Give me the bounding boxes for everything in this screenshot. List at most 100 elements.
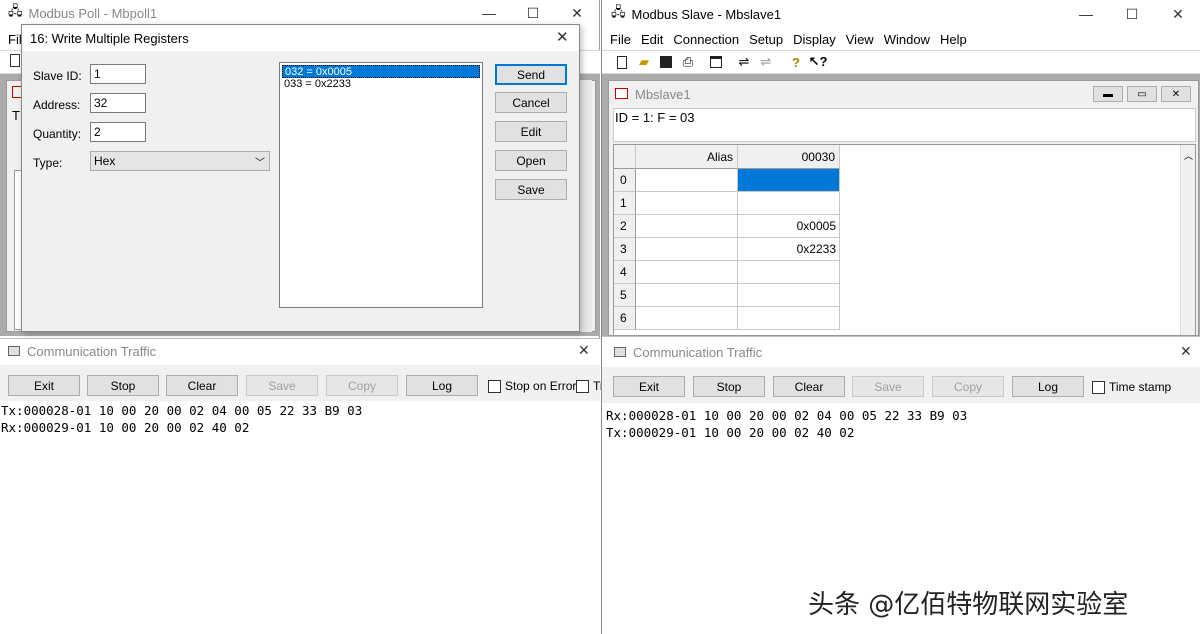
left-copy-button[interactable]: Copy bbox=[326, 375, 398, 396]
stop-on-error-label: Stop on Error bbox=[505, 379, 577, 393]
grid-value-cell[interactable]: 0x0005 bbox=[738, 215, 840, 238]
menu-view[interactable]: View bbox=[846, 32, 874, 47]
child-maximize-button[interactable]: ▭ bbox=[1127, 86, 1157, 102]
grid-alias-cell[interactable] bbox=[636, 215, 738, 238]
grid-vertical-scrollbar[interactable]: ︿ bbox=[1180, 145, 1195, 335]
edit-button[interactable]: Edit bbox=[495, 121, 567, 142]
new-file-icon[interactable] bbox=[613, 53, 631, 71]
poll-close-button[interactable]: ✕ bbox=[554, 0, 600, 26]
menu-edit[interactable]: Edit bbox=[641, 32, 663, 47]
grid-row-header[interactable]: 1 bbox=[614, 192, 636, 215]
right-log-button[interactable]: Log bbox=[1012, 376, 1084, 397]
time-stamp-checkbox[interactable]: Time stamp bbox=[1092, 380, 1171, 394]
right-save-button[interactable]: Save bbox=[852, 376, 924, 397]
slave-id-input[interactable]: 1 bbox=[90, 64, 146, 84]
child-close-button[interactable]: ✕ bbox=[1161, 86, 1191, 102]
menu-file[interactable]: File bbox=[610, 32, 631, 47]
time-stamp-box[interactable] bbox=[1092, 380, 1105, 394]
slave-app-icon: 🖧 bbox=[611, 4, 626, 19]
right-stop-button[interactable]: Stop bbox=[693, 376, 765, 397]
menu-help[interactable]: Help bbox=[940, 32, 967, 47]
right-traffic-close-button[interactable]: ✕ bbox=[1180, 343, 1192, 360]
help-icon[interactable]: ? bbox=[787, 53, 805, 71]
cancel-button[interactable]: Cancel bbox=[495, 92, 567, 113]
left-clear-button[interactable]: Clear bbox=[166, 375, 238, 396]
grid-value-cell[interactable] bbox=[738, 261, 840, 284]
poll-maximize-button[interactable]: ☐ bbox=[510, 0, 556, 26]
window-icon[interactable] bbox=[707, 53, 725, 71]
left-cut-checkbox[interactable]: Ti bbox=[576, 379, 603, 393]
slave-minimize-button[interactable]: — bbox=[1063, 0, 1109, 28]
disconnect-icon[interactable]: ⇌ bbox=[757, 53, 775, 71]
register-item-selected[interactable]: 032 = 0x0005 bbox=[282, 65, 480, 78]
child-minimize-button[interactable]: ▬ bbox=[1093, 86, 1123, 102]
dialog-title: 16: Write Multiple Registers bbox=[30, 31, 189, 46]
slave-title: Modbus Slave - Mbslave1 bbox=[631, 6, 782, 22]
register-item[interactable]: 033 = 0x2233 bbox=[282, 78, 480, 91]
poll-menu-file[interactable]: Fil bbox=[8, 32, 22, 47]
register-list[interactable]: 032 = 0x0005 033 = 0x2233 bbox=[279, 62, 483, 308]
save-disk-icon[interactable] bbox=[657, 53, 675, 71]
send-button[interactable]: Send bbox=[495, 64, 567, 85]
grid-alias-cell[interactable] bbox=[636, 284, 738, 307]
type-select-value: Hex bbox=[94, 154, 116, 168]
stop-on-error-box[interactable] bbox=[488, 379, 501, 393]
right-copy-button[interactable]: Copy bbox=[932, 376, 1004, 397]
grid-row-header[interactable]: 6 bbox=[614, 307, 636, 330]
grid-alias-cell[interactable] bbox=[636, 261, 738, 284]
left-save-button[interactable]: Save bbox=[246, 375, 318, 396]
grid-value-cell[interactable]: 0x2233 bbox=[738, 238, 840, 261]
poll-minimize-button[interactable]: — bbox=[466, 0, 512, 26]
save-button[interactable]: Save bbox=[495, 179, 567, 200]
type-select[interactable]: Hex ﹀ bbox=[90, 151, 270, 171]
left-stop-button[interactable]: Stop bbox=[87, 375, 159, 396]
poll-child-scrollbar[interactable] bbox=[578, 80, 592, 332]
open-folder-icon[interactable]: ▰ bbox=[635, 53, 653, 71]
right-traffic-icon bbox=[614, 347, 626, 357]
grid-value-cell[interactable] bbox=[738, 284, 840, 307]
grid-alias-header[interactable]: Alias bbox=[636, 145, 738, 169]
stop-on-error-checkbox[interactable]: Stop on Error bbox=[488, 379, 576, 393]
grid-row-header[interactable]: 2 bbox=[614, 215, 636, 238]
scroll-up-arrow-icon[interactable]: ︿ bbox=[1184, 149, 1193, 162]
grid-alias-cell[interactable] bbox=[636, 169, 738, 192]
right-clear-button[interactable]: Clear bbox=[773, 376, 845, 397]
right-traffic-line-2: Tx:000029-01 10 00 20 00 02 40 02 bbox=[606, 425, 855, 440]
menu-connection[interactable]: Connection bbox=[673, 32, 739, 47]
grid-alias-cell[interactable] bbox=[636, 307, 738, 330]
poll-toolbar-new-icon[interactable] bbox=[10, 54, 20, 67]
child-status-bar bbox=[613, 108, 1196, 142]
left-log-button[interactable]: Log bbox=[406, 375, 478, 396]
grid-row-header[interactable]: 0 bbox=[614, 169, 636, 192]
grid-alias-cell[interactable] bbox=[636, 238, 738, 261]
left-traffic-close-button[interactable]: ✕ bbox=[578, 342, 590, 359]
left-exit-button[interactable]: Exit bbox=[8, 375, 80, 396]
left-cut-box[interactable] bbox=[576, 379, 589, 393]
print-icon[interactable]: ⎙ bbox=[679, 53, 697, 71]
grid-value-cell[interactable] bbox=[738, 192, 840, 215]
slave-child-title: Mbslave1 bbox=[635, 87, 691, 102]
grid-col-header[interactable]: 00030 bbox=[738, 145, 840, 169]
grid-row-header[interactable]: 3 bbox=[614, 238, 636, 261]
right-exit-button[interactable]: Exit bbox=[613, 376, 685, 397]
menu-display[interactable]: Display bbox=[793, 32, 836, 47]
right-traffic-title: Communication Traffic bbox=[633, 345, 763, 360]
menu-setup[interactable]: Setup bbox=[749, 32, 783, 47]
grid-row-header[interactable]: 4 bbox=[614, 261, 636, 284]
address-label: Address: bbox=[33, 98, 81, 112]
grid-row-header[interactable]: 5 bbox=[614, 284, 636, 307]
grid-value-cell[interactable] bbox=[738, 169, 840, 192]
grid-value-cell[interactable] bbox=[738, 307, 840, 330]
slave-child-window: Mbslave1 ▬ ▭ ✕ ID = 1: F = 03 Alias 0003… bbox=[608, 80, 1199, 336]
quantity-input[interactable]: 2 bbox=[90, 122, 146, 142]
grid-alias-cell[interactable] bbox=[636, 192, 738, 215]
slave-maximize-button[interactable]: ☐ bbox=[1109, 0, 1155, 28]
slave-close-button[interactable]: ✕ bbox=[1155, 0, 1200, 28]
slave-id-label: Slave ID: bbox=[33, 69, 82, 83]
menu-window[interactable]: Window bbox=[884, 32, 930, 47]
connect-icon[interactable]: ⇌ bbox=[735, 53, 753, 71]
address-input[interactable]: 32 bbox=[90, 93, 146, 113]
context-help-icon[interactable]: ↖? bbox=[809, 53, 828, 71]
dialog-close-button[interactable]: ✕ bbox=[556, 28, 569, 46]
open-button[interactable]: Open bbox=[495, 150, 567, 171]
